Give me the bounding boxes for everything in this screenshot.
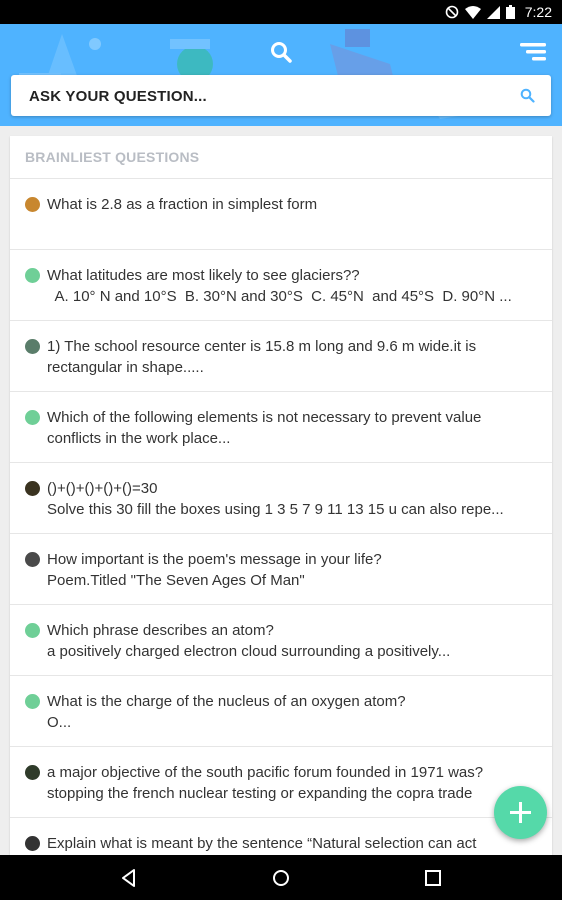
question-item[interactable]: Explain what is meant by the sentence “N… bbox=[10, 818, 552, 855]
section-title: BRAINLIEST QUESTIONS bbox=[10, 136, 552, 179]
question-line-1: What is 2.8 as a fraction in simplest fo… bbox=[47, 196, 318, 213]
question-line-2: O... bbox=[47, 714, 72, 731]
filter-menu-icon[interactable] bbox=[520, 42, 546, 62]
question-item[interactable]: Which of the following elements is not n… bbox=[10, 392, 552, 463]
question-line-1: ()+()+()+()+()=30 bbox=[47, 480, 158, 497]
question-text: What is the charge of the nucleus of an … bbox=[47, 691, 537, 733]
do-not-disturb-icon bbox=[445, 5, 459, 19]
question-item[interactable]: What latitudes are most likely to see gl… bbox=[10, 250, 552, 321]
question-text: What is 2.8 as a fraction in simplest fo… bbox=[47, 194, 537, 215]
question-line-2: conflicts in the work place... bbox=[47, 430, 231, 447]
system-nav-bar bbox=[0, 855, 562, 900]
ask-question-bar[interactable] bbox=[11, 75, 551, 118]
avatar bbox=[25, 339, 40, 354]
question-line-1: Which of the following elements is not n… bbox=[47, 409, 482, 426]
question-item[interactable]: ()+()+()+()+()=30 Solve this 30 fill the… bbox=[10, 463, 552, 534]
search-icon[interactable] bbox=[269, 40, 293, 64]
recents-icon[interactable] bbox=[422, 867, 444, 889]
ask-question-input[interactable] bbox=[27, 75, 501, 118]
question-item[interactable]: Which phrase describes an atom? a positi… bbox=[10, 605, 552, 676]
question-item[interactable]: What is the charge of the nucleus of an … bbox=[10, 676, 552, 747]
battery-icon bbox=[505, 5, 515, 19]
question-text: Which of the following elements is not n… bbox=[47, 407, 537, 449]
question-line-2: Poem.Titled "The Seven Ages Of Man" bbox=[47, 572, 305, 589]
avatar bbox=[25, 836, 40, 851]
question-line-1: a major objective of the south pacific f… bbox=[47, 764, 484, 781]
question-line-2: rectangular in shape..... bbox=[47, 359, 204, 376]
question-line-1: Which phrase describes an atom? bbox=[47, 622, 274, 639]
question-text: 1) The school resource center is 15.8 m … bbox=[47, 336, 537, 378]
question-line-2: Solve this 30 fill the boxes using 1 3 5… bbox=[47, 501, 504, 518]
avatar bbox=[25, 694, 40, 709]
plus-icon bbox=[510, 802, 531, 823]
status-bar: 7:22 bbox=[0, 0, 562, 24]
avatar bbox=[25, 765, 40, 780]
avatar bbox=[25, 552, 40, 567]
question-line-2: A. 10° N and 10°S B. 30°N and 30°S C. 45… bbox=[47, 288, 512, 305]
question-line-2: stopping the french nuclear testing or e… bbox=[47, 785, 473, 802]
clock: 7:22 bbox=[524, 4, 552, 20]
avatar bbox=[25, 481, 40, 496]
avatar bbox=[25, 410, 40, 425]
question-line-2: a positively charged electron cloud surr… bbox=[47, 643, 451, 660]
question-line-1: 1) The school resource center is 15.8 m … bbox=[47, 338, 477, 355]
question-line-1: How important is the poem's message in y… bbox=[47, 551, 382, 568]
question-item[interactable]: 1) The school resource center is 15.8 m … bbox=[10, 321, 552, 392]
avatar bbox=[25, 197, 40, 212]
avatar bbox=[25, 268, 40, 283]
status-icons: 7:22 bbox=[445, 4, 552, 20]
question-item[interactable]: What is 2.8 as a fraction in simplest fo… bbox=[10, 179, 552, 250]
wifi-icon bbox=[464, 5, 481, 19]
back-icon[interactable] bbox=[118, 867, 140, 889]
question-text: Explain what is meant by the sentence “N… bbox=[47, 833, 537, 854]
question-text: What latitudes are most likely to see gl… bbox=[47, 265, 537, 307]
question-text: ()+()+()+()+()=30 Solve this 30 fill the… bbox=[47, 478, 537, 520]
question-item[interactable]: a major objective of the south pacific f… bbox=[10, 747, 552, 818]
search-icon[interactable] bbox=[520, 88, 535, 103]
question-list: What is 2.8 as a fraction in simplest fo… bbox=[10, 179, 552, 855]
question-line-1: What is the charge of the nucleus of an … bbox=[47, 693, 406, 710]
question-line-1: What latitudes are most likely to see gl… bbox=[47, 267, 360, 284]
question-text: a major objective of the south pacific f… bbox=[47, 762, 537, 804]
avatar bbox=[25, 623, 40, 638]
question-line-1: Explain what is meant by the sentence “N… bbox=[47, 835, 477, 852]
question-text: Which phrase describes an atom? a positi… bbox=[47, 620, 537, 662]
question-item[interactable]: How important is the poem's message in y… bbox=[10, 534, 552, 605]
questions-card: BRAINLIEST QUESTIONS What is 2.8 as a fr… bbox=[10, 136, 552, 855]
home-icon[interactable] bbox=[270, 867, 292, 889]
signal-icon bbox=[486, 5, 500, 19]
add-question-button[interactable] bbox=[494, 786, 547, 839]
question-text: How important is the poem's message in y… bbox=[47, 549, 537, 591]
